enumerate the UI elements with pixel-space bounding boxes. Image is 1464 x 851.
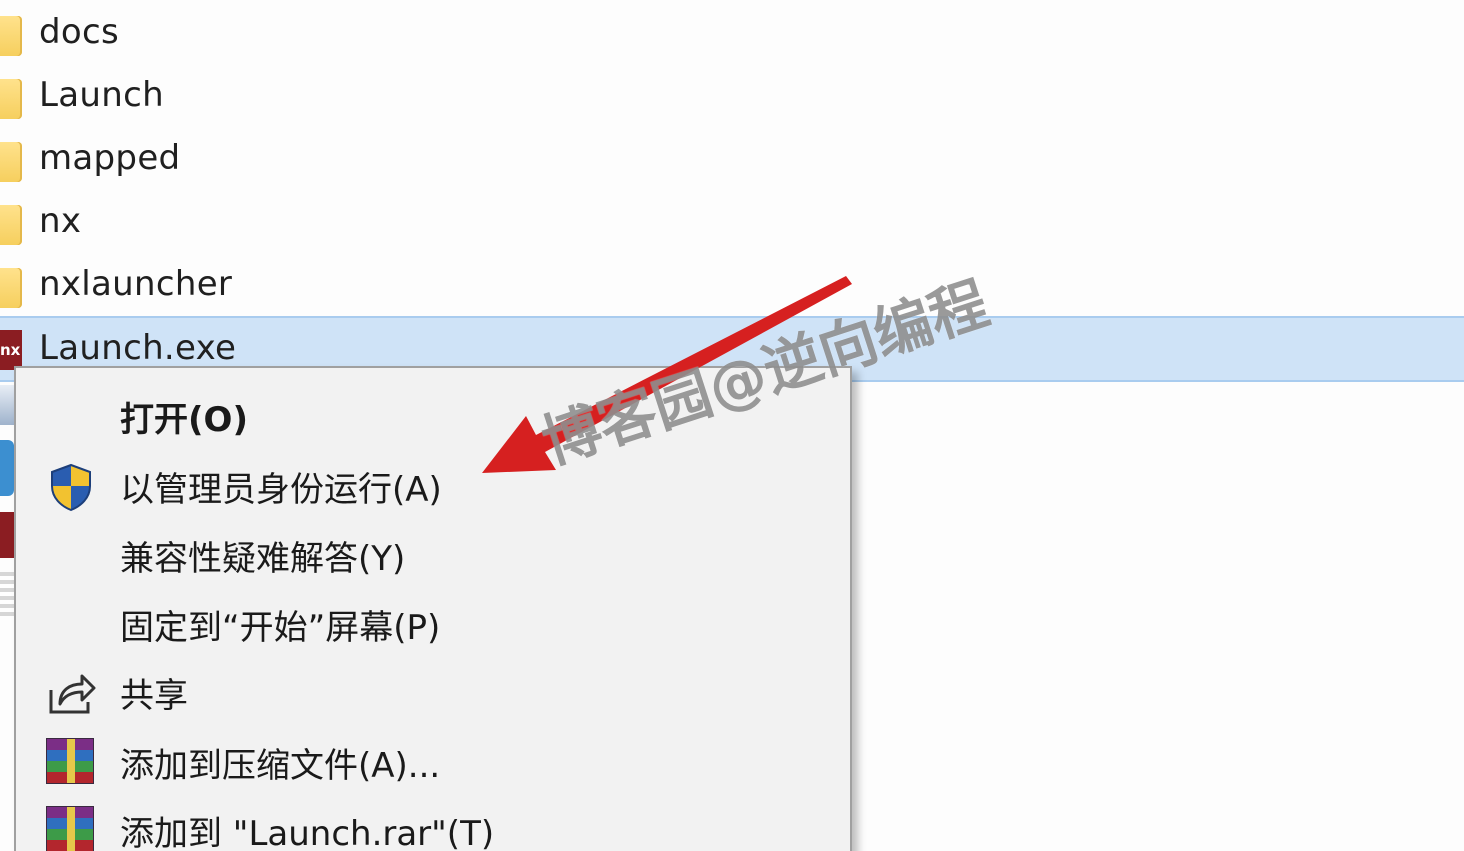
- annotation-arrow-icon: [482, 276, 852, 473]
- file-explorer-view: docs Launch mapped nx nxlauncher nx Laun…: [0, 0, 1464, 851]
